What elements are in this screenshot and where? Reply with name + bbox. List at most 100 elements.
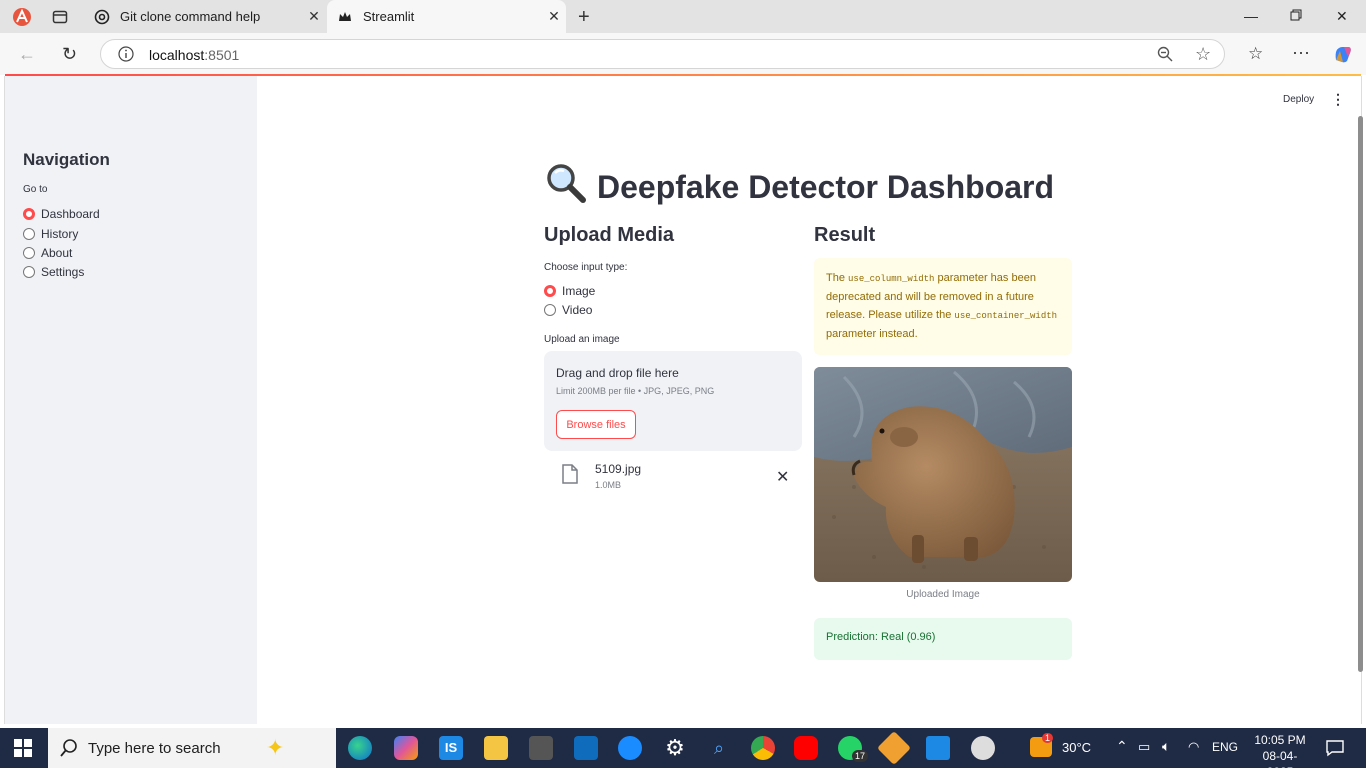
sidebar-item-settings[interactable]: Settings [23,265,84,279]
upload-media-heading: Upload Media [544,224,675,246]
tab-actions-icon[interactable] [52,9,68,30]
radio-selected-icon[interactable] [544,285,556,297]
browse-files-button[interactable]: Browse files [556,410,636,439]
chatgpt-app-icon[interactable] [529,736,553,760]
input-type-video-option[interactable]: Video [544,303,592,317]
option-label: Video [562,303,593,317]
notifications-icon[interactable] [1326,739,1344,762]
windows-start-icon[interactable] [14,739,32,762]
whatsapp-icon[interactable]: 17 [838,736,869,762]
back-arrow-icon[interactable]: ← [18,44,36,65]
radio-unselected-icon[interactable] [23,247,35,259]
temperature[interactable]: 30°C [1062,740,1091,755]
capybara-photo [814,367,1072,582]
dev-app-icon[interactable] [877,731,911,765]
wifi-icon[interactable]: ◠ [1188,739,1199,755]
site-info-icon[interactable] [118,46,134,67]
image-caption: Uploaded Image [906,589,980,600]
whatsapp-badge: 17 [852,750,869,762]
url-field[interactable]: localhost:8501 ☆ [100,39,1225,69]
goto-label: Go to [23,184,48,195]
radio-unselected-icon[interactable] [23,266,35,278]
settings-gear-icon[interactable]: ⚙ [663,736,687,760]
dropzone-limit: Limit 200MB per file • JPG, JPEG, PNG [556,386,715,396]
tab-streamlit[interactable]: Streamlit ✕ [327,0,566,33]
close-window-icon[interactable]: ✕ [1336,8,1348,25]
radio-selected-icon[interactable] [23,208,35,220]
tab-title: Git clone command help [120,9,261,24]
url-port: :8501 [204,47,240,63]
volume-icon[interactable]: 🔈︎ [1162,738,1170,755]
zoom-icon[interactable] [1157,46,1173,67]
input-type-label: Choose input type: [544,262,628,273]
input-type-image-option[interactable]: Image [544,284,595,298]
new-tab-icon[interactable]: + [578,6,590,29]
copilot-icon[interactable] [1332,43,1354,70]
favorites-icon[interactable]: ☆ [1248,44,1263,64]
sparkle-icon: ✦ [266,735,285,760]
warning-text: parameter instead. [826,328,918,340]
edge-icon[interactable] [348,736,372,760]
close-tab-icon[interactable]: ✕ [542,8,566,25]
clock-time: 10:05 PM [1254,733,1306,747]
uploaded-image [814,367,1072,582]
sidebar-title: Navigation [23,150,110,169]
file-explorer-icon[interactable] [484,736,508,760]
more-menu-icon[interactable]: ··· [1292,42,1310,63]
file-size: 1.0MB [595,480,622,490]
sidebar-item-history[interactable]: History [23,227,78,241]
copilot-app-icon[interactable] [394,736,418,760]
refresh-icon[interactable]: ↻ [62,44,77,65]
radio-unselected-icon[interactable] [23,228,35,240]
streamlit-app: Navigation Go to Dashboard History About… [4,76,1363,724]
network-icon[interactable]: ▭ [1138,739,1150,755]
onedrive-icon[interactable] [618,736,642,760]
youtube-icon[interactable] [794,736,818,760]
vscode-icon[interactable] [926,736,950,760]
sidebar-item-label: History [41,227,79,241]
prediction-result: Prediction: Real (0.96) [814,618,1072,660]
chatgpt-icon [94,9,110,25]
weather-icon[interactable]: 1 [1030,733,1054,757]
tab-git-clone[interactable]: Git clone command help ✕ [84,0,326,33]
streamlit-crown-icon [337,9,353,25]
search-icon [60,739,78,762]
radio-unselected-icon[interactable] [544,304,556,316]
restore-icon[interactable] [1290,8,1302,24]
option-label: Image [562,284,596,298]
chrome-icon[interactable] [751,736,775,760]
close-tab-icon[interactable]: ✕ [302,8,326,25]
tab-title: Streamlit [363,9,415,24]
clock-date: 08-04-2025 [1262,749,1298,779]
favorite-star-icon[interactable]: ☆ [1195,44,1211,65]
remove-file-icon[interactable]: ✕ [776,467,789,487]
uploaded-file-item: 5109.jpg 1.0MB ✕ [544,459,802,495]
outlook-icon[interactable] [574,736,598,760]
tray-chevron-icon[interactable]: ⌃ [1116,738,1128,755]
weather-badge: 1 [1042,733,1054,743]
file-icon [562,464,578,489]
taskbar: Type here to search ✦ IS ⚙ ⌕ 17 1 30°C ⌃… [0,728,1366,779]
is-app-icon[interactable]: IS [439,736,463,760]
clock[interactable]: 10:05 PM 08-04-2025 [1250,732,1310,780]
file-dropzone[interactable]: Drag and drop file here Limit 200MB per … [544,351,802,451]
scrollbar[interactable] [1358,116,1363,672]
search-app-icon[interactable]: ⌕ [707,736,731,760]
dropzone-title: Drag and drop file here [556,366,679,380]
browser-logo-icon[interactable] [12,7,32,32]
sidebar-item-about[interactable]: About [23,246,72,260]
warning-code: use_container_width [954,311,1058,321]
sidebar-item-dashboard[interactable]: Dashboard [23,207,100,221]
sidebar: Navigation Go to Dashboard History About… [5,76,257,724]
taskbar-search[interactable]: Type here to search ✦ [48,728,336,768]
main-menu-icon[interactable]: ⋮ [1331,92,1345,106]
browser-tab-bar: Git clone command help ✕ Streamlit ✕ + —… [0,0,1366,33]
url-host: localhost [149,47,205,63]
sidebar-item-label: Settings [41,265,85,279]
deploy-button[interactable]: Deploy [1283,94,1314,105]
chrome-dev-icon[interactable] [971,736,995,760]
address-toolbar: ← ↻ localhost:8501 ☆ ☆ ··· [0,33,1366,75]
upload-label: Upload an image [544,334,620,345]
minimize-icon[interactable]: — [1244,8,1258,24]
language-indicator[interactable]: ENG [1212,740,1238,754]
